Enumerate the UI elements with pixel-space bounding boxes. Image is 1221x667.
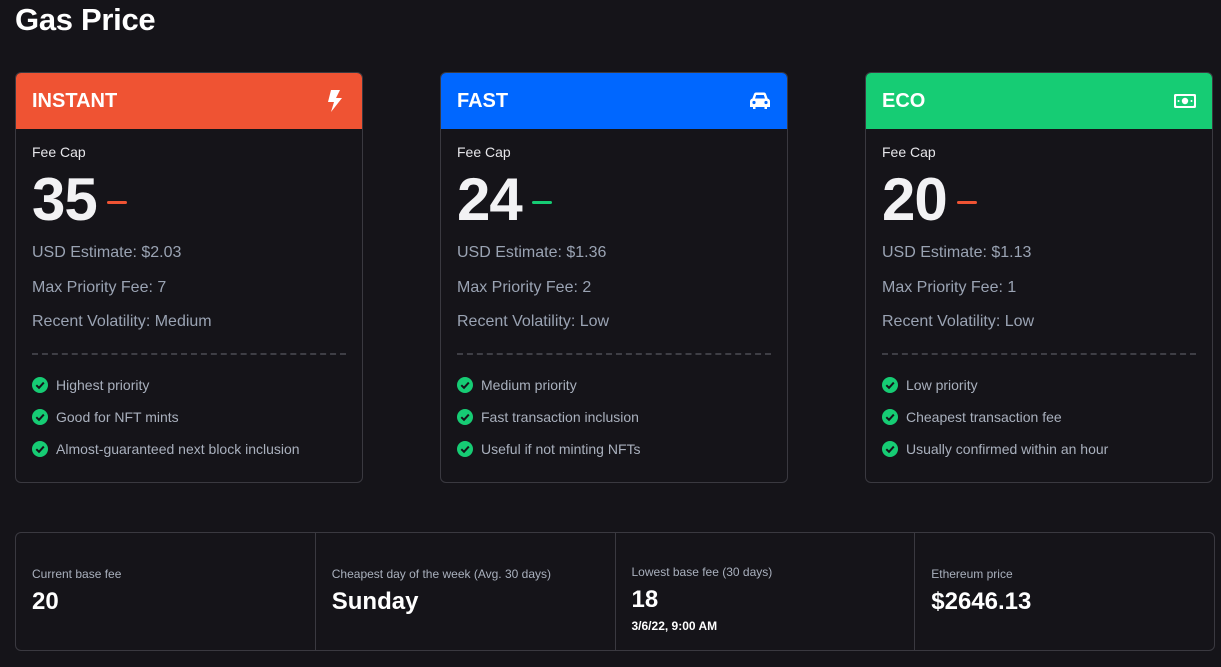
divider (457, 352, 771, 355)
instant-card[interactable]: INSTANT Fee Cap 35 USD Estimate: $2.03 M… (15, 72, 363, 483)
fee-cap-label: Fee Cap (882, 144, 936, 160)
feature-text: Medium priority (481, 376, 577, 393)
feature-item: Cheapest transaction fee (882, 401, 1196, 433)
check-circle-icon (882, 408, 898, 425)
recent-volatility: Recent Volatility: Low (882, 313, 1035, 330)
money-bill-icon (1174, 90, 1196, 112)
ethereum-price-cell: Ethereum price $2646.13 (915, 533, 1214, 650)
usd-estimate: USD Estimate: $1.13 (882, 244, 1032, 261)
stat-label: Lowest base fee (30 days) (631, 565, 773, 579)
stat-label: Ethereum price (931, 567, 1013, 581)
feature-item: Medium priority (457, 369, 771, 401)
check-circle-icon (882, 440, 898, 457)
recent-volatility: Recent Volatility: Low (457, 313, 610, 330)
check-circle-icon (457, 440, 473, 457)
fee-cap-value: 20 (882, 166, 948, 233)
stat-timestamp: 3/6/22, 9:00 AM (631, 619, 718, 633)
feature-item: Almost-guaranteed next block inclusion (32, 433, 346, 465)
stat-value: 18 (631, 586, 659, 613)
check-circle-icon (32, 408, 48, 425)
usd-estimate: USD Estimate: $1.36 (457, 244, 607, 261)
stats-bar: Current base fee 20 Cheapest day of the … (15, 532, 1215, 651)
feature-text: Fast transaction inclusion (481, 408, 639, 425)
stat-value: Sunday (331, 588, 419, 615)
stat-value: 20 (32, 588, 59, 615)
feature-text: Useful if not minting NFTs (481, 440, 641, 457)
card-title: FAST (457, 89, 509, 112)
feature-text: Good for NFT mints (56, 408, 179, 425)
divider (32, 352, 346, 355)
feature-item: Low priority (882, 369, 1196, 401)
eco-card-header: ECO (866, 73, 1212, 129)
lowest-base-fee-cell: Lowest base fee (30 days) 18 3/6/22, 9:0… (616, 533, 916, 650)
check-circle-icon (32, 440, 48, 457)
fast-card-header: FAST (441, 73, 787, 129)
recent-volatility: Recent Volatility: Medium (32, 313, 212, 330)
card-title: INSTANT (32, 89, 118, 112)
stat-value: $2646.13 (931, 588, 1032, 615)
feature-item: Highest priority (32, 369, 346, 401)
max-priority-fee: Max Priority Fee: 1 (882, 278, 1017, 296)
feature-item: Usually confirmed within an hour (882, 433, 1196, 465)
check-circle-icon (882, 376, 898, 393)
lightning-bolt-icon (324, 90, 346, 112)
card-title: ECO (882, 89, 926, 112)
feature-item: Useful if not minting NFTs (457, 433, 771, 465)
check-circle-icon (457, 408, 473, 425)
instant-card-header: INSTANT (16, 73, 362, 129)
usd-estimate: USD Estimate: $2.03 (32, 244, 182, 261)
feature-item: Good for NFT mints (32, 401, 346, 433)
feature-text: Cheapest transaction fee (906, 408, 1062, 425)
fee-cap-value: 35 (32, 166, 98, 233)
fee-cap-label: Fee Cap (457, 144, 511, 160)
stat-label: Cheapest day of the week (Avg. 30 days) (331, 567, 551, 581)
divider (882, 352, 1196, 355)
cheapest-day-cell: Cheapest day of the week (Avg. 30 days) … (316, 533, 616, 650)
page-title: Gas Price (15, 2, 156, 37)
feature-item: Fast transaction inclusion (457, 401, 771, 433)
feature-text: Highest priority (56, 376, 150, 393)
stat-label: Current base fee (32, 567, 122, 581)
check-circle-icon (457, 376, 473, 393)
trend-indicator (531, 200, 552, 204)
car-icon (749, 90, 771, 112)
trend-indicator (956, 200, 977, 204)
current-base-fee-cell: Current base fee 20 (16, 533, 316, 650)
fee-cap-value: 24 (457, 166, 523, 233)
trend-indicator (106, 200, 127, 204)
feature-text: Almost-guaranteed next block inclusion (56, 440, 300, 457)
check-circle-icon (32, 376, 48, 393)
max-priority-fee: Max Priority Fee: 7 (32, 278, 167, 296)
feature-text: Low priority (906, 376, 978, 393)
fast-card[interactable]: FAST Fee Cap 24 USD Estimate: $1.36 Max … (440, 72, 788, 483)
fee-cap-label: Fee Cap (32, 144, 86, 160)
feature-text: Usually confirmed within an hour (906, 440, 1109, 457)
eco-card[interactable]: ECO Fee Cap 20 USD Estimate: $1.13 Max P… (865, 72, 1213, 483)
max-priority-fee: Max Priority Fee: 2 (457, 278, 592, 296)
